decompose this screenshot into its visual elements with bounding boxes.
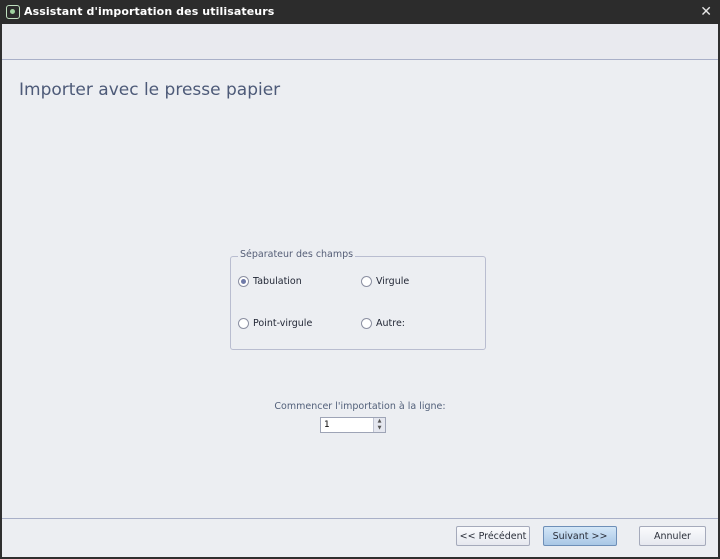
radio-circle xyxy=(361,276,372,287)
cancel-button[interactable]: Annuler xyxy=(639,526,706,546)
next-button[interactable]: Suivant >> xyxy=(543,526,617,546)
radio-label: Point-virgule xyxy=(253,318,313,329)
radio-label: Virgule xyxy=(376,276,410,287)
radio-tabulation[interactable]: Tabulation xyxy=(238,276,302,287)
start-line-label: Commencer l'importation à la ligne: xyxy=(274,401,446,412)
radio-virgule[interactable]: Virgule xyxy=(361,276,409,287)
radio-circle xyxy=(238,318,249,329)
radio-label: Tabulation xyxy=(253,276,302,287)
start-line-input[interactable] xyxy=(322,419,376,431)
content-panel: Importer avec le presse papier Séparateu… xyxy=(2,60,718,519)
radio-circle xyxy=(361,318,372,329)
header-strip xyxy=(2,24,718,60)
page-title: Importer avec le presse papier xyxy=(19,80,281,100)
separator-group-title: Séparateur des champs xyxy=(238,249,356,260)
close-icon[interactable]: ✕ xyxy=(700,2,712,22)
stepper-up-icon[interactable]: ▲ xyxy=(373,418,385,425)
previous-button[interactable]: << Précédent xyxy=(456,526,530,546)
wizard-body: Importer avec le presse papier Séparateu… xyxy=(2,24,718,557)
radio-circle xyxy=(238,276,249,287)
button-bar: << Précédent Suivant >> Annuler xyxy=(2,519,718,557)
radio-autre[interactable]: Autre: xyxy=(361,318,405,329)
start-line-stepper: ▲ ▼ xyxy=(320,417,386,433)
window-title: Assistant d'importation des utilisateurs xyxy=(24,5,275,18)
radio-label: Autre: xyxy=(376,318,405,329)
wizard-window: Assistant d'importation des utilisateurs… xyxy=(0,0,720,559)
radio-point-virgule[interactable]: Point-virgule xyxy=(238,318,312,329)
separator-group: Séparateur des champs Tabulation Virgule… xyxy=(230,249,486,350)
stepper-buttons: ▲ ▼ xyxy=(373,418,385,432)
title-bar: Assistant d'importation des utilisateurs… xyxy=(0,0,720,24)
stepper-down-icon[interactable]: ▼ xyxy=(373,425,385,432)
app-icon xyxy=(6,5,20,19)
